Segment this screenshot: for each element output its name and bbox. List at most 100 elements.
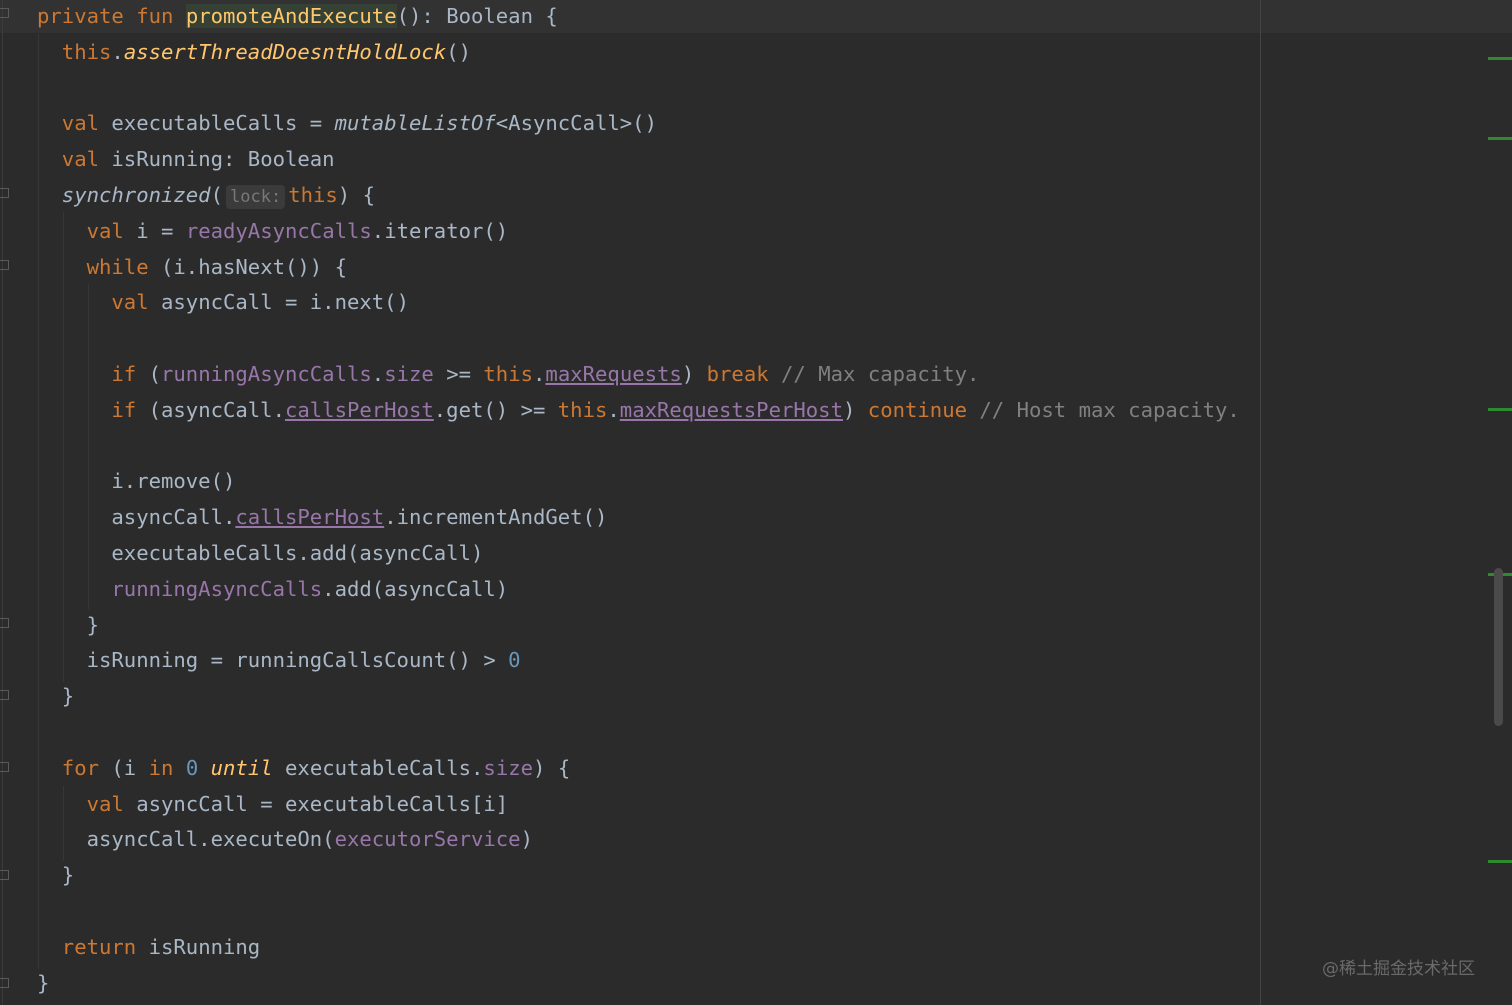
code-token: val bbox=[86, 218, 137, 243]
code-token: fun bbox=[136, 4, 186, 28]
code-token: isRunning: Boolean bbox=[111, 147, 335, 172]
code-token: ) { bbox=[533, 755, 571, 780]
code-line[interactable]: synchronized(lock: this) { bbox=[62, 177, 375, 213]
code-token: val bbox=[61, 147, 112, 172]
indent-guide bbox=[38, 34, 39, 969]
code-line[interactable]: if (asyncCall.callsPerHost.get() >= this… bbox=[111, 392, 1239, 428]
code-line[interactable]: isRunning = runningCallsCount() > 0 bbox=[87, 642, 521, 678]
code-line[interactable]: runningAsyncCalls.add(asyncCall) bbox=[111, 571, 508, 607]
code-line[interactable]: if (runningAsyncCalls.size >= this.maxRe… bbox=[111, 356, 979, 392]
gutter[interactable] bbox=[0, 0, 12, 1005]
code-line[interactable]: while (i.hasNext()) { bbox=[87, 249, 347, 285]
fold-icon[interactable] bbox=[0, 978, 9, 988]
code-line[interactable]: val isRunning: Boolean bbox=[62, 141, 335, 177]
code-token: promoteAndExecute bbox=[185, 4, 397, 28]
code-token: i.remove() bbox=[111, 469, 236, 494]
fold-icon[interactable] bbox=[0, 690, 9, 700]
code-token: readyAsyncCalls bbox=[185, 218, 372, 243]
code-token: val bbox=[86, 791, 137, 816]
code-token: for bbox=[61, 755, 112, 780]
right-margin-guide bbox=[1260, 0, 1261, 1005]
code-token: callsPerHost bbox=[284, 397, 434, 422]
fold-icon[interactable] bbox=[0, 8, 9, 18]
code-token: . bbox=[607, 397, 620, 422]
fold-icon[interactable] bbox=[0, 618, 9, 628]
code-token: (i bbox=[111, 755, 149, 780]
code-token: until bbox=[210, 755, 286, 780]
change-marker[interactable] bbox=[1488, 57, 1512, 60]
code-token: synchronized bbox=[61, 183, 211, 207]
change-marker[interactable] bbox=[1488, 408, 1512, 411]
code-token: executableCalls = bbox=[111, 111, 335, 136]
code-token: if bbox=[111, 362, 149, 386]
gutter-divider bbox=[2, 0, 3, 1005]
code-line[interactable]: executableCalls.add(asyncCall) bbox=[111, 535, 483, 571]
code-line[interactable]: } bbox=[62, 857, 74, 893]
code-token: runningAsyncCalls bbox=[161, 362, 372, 386]
code-line[interactable]: return isRunning bbox=[62, 929, 260, 965]
code-token: size bbox=[384, 362, 434, 386]
code-token: .add(asyncCall) bbox=[322, 576, 509, 601]
code-token: val bbox=[111, 290, 161, 315]
code-token: ( bbox=[210, 183, 223, 207]
code-line[interactable]: asyncCall.callsPerHost.incrementAndGet() bbox=[111, 499, 607, 535]
code-line[interactable]: asyncCall.executeOn(executorService) bbox=[87, 821, 533, 857]
code-token: executableCalls.add(asyncCall) bbox=[111, 541, 484, 565]
fold-icon[interactable] bbox=[0, 188, 9, 198]
code-token: } bbox=[86, 612, 99, 637]
code-token: .get() >= bbox=[433, 397, 558, 422]
code-token: ) bbox=[681, 362, 707, 386]
code-token: ) bbox=[520, 827, 533, 852]
code-token: .incrementAndGet() bbox=[384, 505, 608, 530]
code-editor[interactable]: private fun promoteAndExecute(): Boolean… bbox=[0, 0, 1512, 1005]
indent-guide bbox=[63, 786, 64, 861]
code-token: 0 bbox=[185, 755, 211, 780]
code-token: } bbox=[61, 863, 75, 888]
code-token: (i.hasNext()) { bbox=[161, 254, 347, 279]
code-line[interactable]: val executableCalls = mutableListOf<Asyn… bbox=[62, 105, 657, 141]
code-token: this bbox=[557, 397, 608, 422]
code-line[interactable]: private fun promoteAndExecute(): Boolean… bbox=[37, 0, 558, 34]
code-token: size bbox=[483, 755, 534, 780]
code-token: <AsyncCall>() bbox=[495, 111, 657, 136]
code-token: runningAsyncCalls bbox=[111, 576, 323, 601]
fold-icon[interactable] bbox=[0, 870, 9, 880]
code-token: executableCalls. bbox=[285, 755, 484, 780]
code-line[interactable]: } bbox=[62, 678, 74, 714]
code-token: . bbox=[533, 362, 546, 386]
vertical-scrollbar[interactable] bbox=[1494, 568, 1503, 726]
code-token: . bbox=[371, 362, 385, 386]
code-token: () bbox=[446, 39, 471, 64]
code-token: isRunning = runningCallsCount() > bbox=[86, 648, 509, 673]
code-token: private bbox=[37, 4, 137, 28]
code-token: asyncCall.executeOn( bbox=[86, 827, 335, 852]
code-line[interactable]: val i = readyAsyncCalls.iterator() bbox=[87, 213, 509, 249]
code-token: callsPerHost bbox=[235, 505, 385, 530]
change-marker[interactable] bbox=[1488, 860, 1512, 863]
code-token: i = bbox=[136, 218, 186, 243]
code-line[interactable]: val asyncCall = executableCalls[i] bbox=[87, 786, 509, 822]
code-line[interactable]: i.remove() bbox=[111, 463, 235, 499]
code-token: } bbox=[61, 684, 75, 709]
code-token: maxRequestsPerHost bbox=[619, 397, 843, 422]
code-token: in bbox=[148, 755, 186, 780]
code-token: .iterator() bbox=[371, 218, 509, 243]
code-line[interactable]: } bbox=[87, 607, 99, 643]
fold-icon[interactable] bbox=[0, 260, 9, 270]
parameter-hint: lock: bbox=[226, 185, 286, 209]
code-token: executorService bbox=[334, 827, 521, 852]
code-token: ( bbox=[148, 362, 161, 386]
code-token: (asyncCall. bbox=[148, 397, 285, 422]
fold-icon[interactable] bbox=[0, 762, 9, 772]
change-marker[interactable] bbox=[1488, 137, 1512, 140]
code-line[interactable]: val asyncCall = i.next() bbox=[111, 284, 409, 320]
code-token: return bbox=[61, 934, 149, 959]
code-token: maxRequests bbox=[545, 362, 682, 386]
code-token: continue bbox=[867, 397, 980, 422]
code-line[interactable]: } bbox=[37, 965, 49, 1001]
watermark: @稀土掘金技术社区 bbox=[1322, 959, 1475, 979]
code-token: // Host max capacity. bbox=[979, 397, 1240, 422]
code-token: ) { bbox=[337, 183, 375, 207]
code-line[interactable]: for (i in 0 until executableCalls.size) … bbox=[62, 750, 570, 786]
code-line[interactable]: this.assertThreadDoesntHoldLock() bbox=[62, 34, 471, 70]
